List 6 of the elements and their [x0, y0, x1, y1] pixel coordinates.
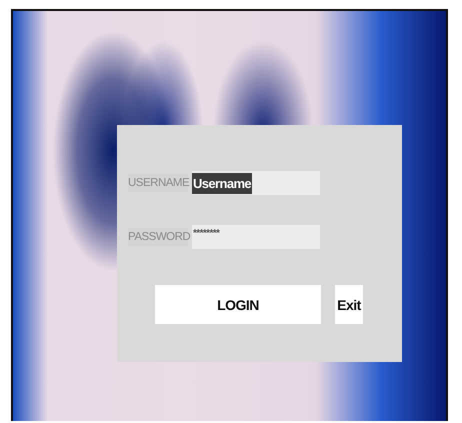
text-field[interactable]: Username [192, 171, 320, 195]
field-label: PASSWORD [128, 228, 188, 246]
login-button[interactable]: LOGIN [155, 285, 321, 324]
exit-button[interactable]: Exit [335, 285, 363, 324]
field-label: USERNAME [128, 174, 188, 192]
text-field[interactable]: ******** [192, 225, 320, 249]
